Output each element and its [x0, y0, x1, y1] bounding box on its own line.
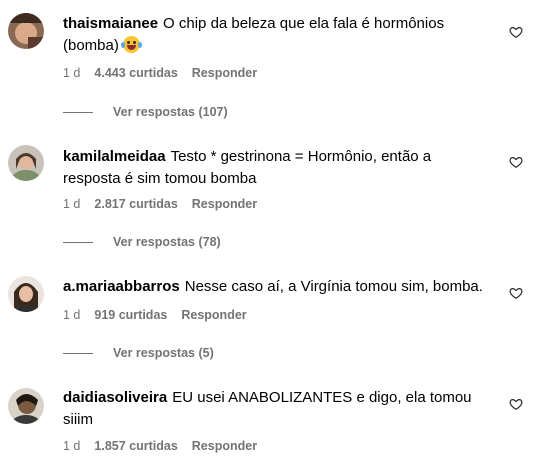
view-replies-label: Ver respostas (107) — [113, 105, 228, 119]
comment-text: kamilalmeidaa Testo * gestrinona = Hormôn… — [63, 146, 483, 190]
view-replies-button[interactable]: Ver respostas (78) — [63, 235, 221, 249]
comment-likes[interactable]: 1.857 curtidas — [94, 439, 177, 453]
avatar[interactable] — [8, 276, 44, 312]
replies-divider — [63, 241, 93, 243]
view-replies-button[interactable]: Ver respostas (107) — [63, 105, 228, 119]
view-replies-button[interactable]: Ver respostas (5) — [63, 346, 214, 360]
heart-outline-icon[interactable] — [509, 25, 523, 39]
comment-text: thaismaianee O chip da beleza que ela fal… — [63, 13, 483, 57]
avatar[interactable] — [8, 13, 44, 49]
comment-time[interactable]: 1 d — [63, 197, 80, 211]
comment-time[interactable]: 1 d — [63, 439, 80, 453]
comment-text: daidiasoliveira EU usei ANABOLIZANTES e d… — [63, 387, 483, 431]
comment-username[interactable]: a.mariaabbarros — [63, 278, 180, 295]
reply-button[interactable]: Responder — [192, 66, 257, 80]
comment-meta: 1 d 2.817 curtidas Responder — [63, 197, 257, 211]
reply-button[interactable]: Responder — [192, 439, 257, 453]
replies-divider — [63, 111, 93, 113]
rolling-on-floor-laughing-emoji-icon — [120, 36, 142, 53]
heart-outline-icon[interactable] — [509, 286, 523, 300]
comment-text: a.mariaabbarros Nesse caso aí, a Virgínia… — [63, 276, 483, 298]
reply-button[interactable]: Responder — [192, 197, 257, 211]
comment-body: Nesse caso aí, a Virgínia tomou sim, bom… — [184, 278, 483, 295]
comment-time[interactable]: 1 d — [63, 308, 80, 322]
comment-meta: 1 d 919 curtidas Responder — [63, 308, 247, 322]
replies-divider — [63, 352, 93, 354]
reply-button[interactable]: Responder — [181, 308, 246, 322]
heart-outline-icon[interactable] — [509, 397, 523, 411]
view-replies-label: Ver respostas (78) — [113, 235, 221, 249]
avatar[interactable] — [8, 388, 44, 424]
comment-time[interactable]: 1 d — [63, 66, 80, 80]
comment-likes[interactable]: 4.443 curtidas — [94, 66, 177, 80]
comment-meta: 1 d 4.443 curtidas Responder — [63, 66, 257, 80]
comment-username[interactable]: thaismaianee — [63, 15, 158, 32]
comment-username[interactable]: daidiasoliveira — [63, 389, 167, 406]
comment-likes[interactable]: 919 curtidas — [94, 308, 167, 322]
comment-username[interactable]: kamilalmeidaa — [63, 148, 166, 165]
comment-meta: 1 d 1.857 curtidas Responder — [63, 439, 257, 453]
heart-outline-icon[interactable] — [509, 155, 523, 169]
avatar[interactable] — [8, 145, 44, 181]
view-replies-label: Ver respostas (5) — [113, 346, 214, 360]
comment-likes[interactable]: 2.817 curtidas — [94, 197, 177, 211]
